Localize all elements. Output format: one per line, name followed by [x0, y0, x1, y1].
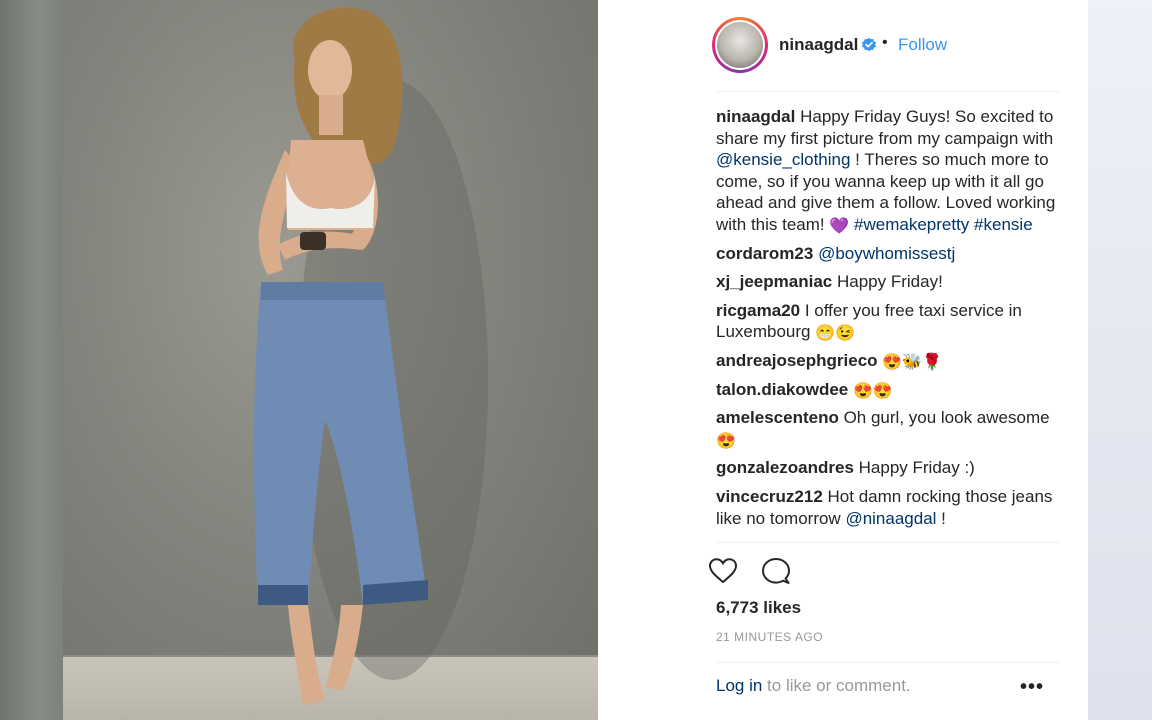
emoji: 😍: [716, 432, 736, 450]
comment-text: Happy Friday!: [832, 272, 943, 292]
comment-item: ricgama20 I offer you free taxi service …: [716, 300, 1062, 343]
comment-username[interactable]: cordarom23: [716, 244, 813, 263]
avatar[interactable]: [712, 17, 768, 73]
comments-list[interactable]: nina​agdal Happy Friday Guys! So excited…: [716, 106, 1062, 542]
login-link[interactable]: Log in: [716, 676, 762, 695]
comment-text: Happy Friday :): [853, 458, 975, 478]
post-timestamp: 21 MINUTES AGO: [716, 630, 824, 644]
avatar-frame: [715, 20, 765, 70]
speech-bubble-icon[interactable]: [761, 556, 791, 586]
hashtag-link[interactable]: #wemakepretty: [854, 215, 969, 234]
emoji: 😁😉: [815, 325, 856, 343]
comment-text: Oh gurl, you look awesome: [838, 408, 1050, 428]
follow-button[interactable]: Follow: [898, 35, 947, 55]
header-divider: [716, 91, 1060, 92]
comment-username[interactable]: talon.diakowdee: [716, 380, 848, 399]
login-prompt-text: to like or comment.: [762, 676, 911, 695]
backdrop-left: [0, 0, 63, 720]
comment-username[interactable]: vincecruz212: [716, 487, 823, 506]
post-header: nina​agdal • Follow: [598, 0, 1088, 90]
comment-item: xj_jeepmaniac Happy Friday!: [716, 271, 1062, 293]
comment-item: talon.diakowdee 😍😍: [716, 379, 1062, 401]
verified-badge-icon: [862, 37, 876, 52]
likes-count[interactable]: 6,773 likes: [716, 598, 801, 618]
avatar-photo: [717, 22, 763, 68]
footer-divider: [716, 662, 1060, 663]
model-figure: [253, 7, 488, 705]
mention-link[interactable]: @boywhomissestj: [818, 244, 955, 263]
heart-outline-icon[interactable]: [708, 556, 738, 586]
comment-item: vincecruz212 Hot damn rocking those jean…: [716, 486, 1062, 529]
backdrop-right: [1088, 0, 1152, 720]
comment-item: amelescenteno Oh gurl, you look awesome …: [716, 407, 1062, 450]
comment-username[interactable]: amelescenteno: [716, 408, 839, 427]
login-prompt: Log in to like or comment.: [716, 676, 911, 696]
comment-item: andreajosephgrieco 😍🐝🌹: [716, 350, 1062, 372]
mention-link[interactable]: @ninaagdal: [845, 509, 936, 528]
comment-item: nina​agdal Happy Friday Guys! So excited…: [716, 106, 1062, 236]
emoji: 😍🐝🌹: [882, 353, 943, 371]
comment-username[interactable]: gonzalezoandres: [716, 458, 854, 477]
comment-item: cordarom23 @boywhomissestj: [716, 243, 1062, 265]
comment-username[interactable]: andreajosephgrieco: [716, 351, 878, 370]
post-username[interactable]: nina​agdal: [779, 35, 858, 55]
comment-item: gonzalezoandres Happy Friday :): [716, 457, 1062, 479]
comment-username[interactable]: nina​agdal: [716, 107, 795, 126]
comments-divider: [716, 542, 1060, 543]
action-bar: [708, 556, 828, 588]
more-options-icon[interactable]: •••: [1020, 676, 1044, 698]
mention-link[interactable]: @kensie_clothing: [716, 150, 850, 169]
comment-username[interactable]: xj_jeepmaniac: [716, 272, 832, 291]
post-sidebar: nina​agdal • Follow nina​agdal Happy Fri…: [598, 0, 1088, 720]
emoji: 😍😍: [852, 382, 893, 400]
comment-text: !: [936, 508, 946, 528]
hashtag-link[interactable]: #kensie: [974, 215, 1033, 234]
header-separator: •: [882, 34, 888, 51]
comment-username[interactable]: ricgama20: [716, 301, 800, 320]
emoji: 💜: [829, 217, 850, 235]
post-photo: [63, 0, 598, 720]
